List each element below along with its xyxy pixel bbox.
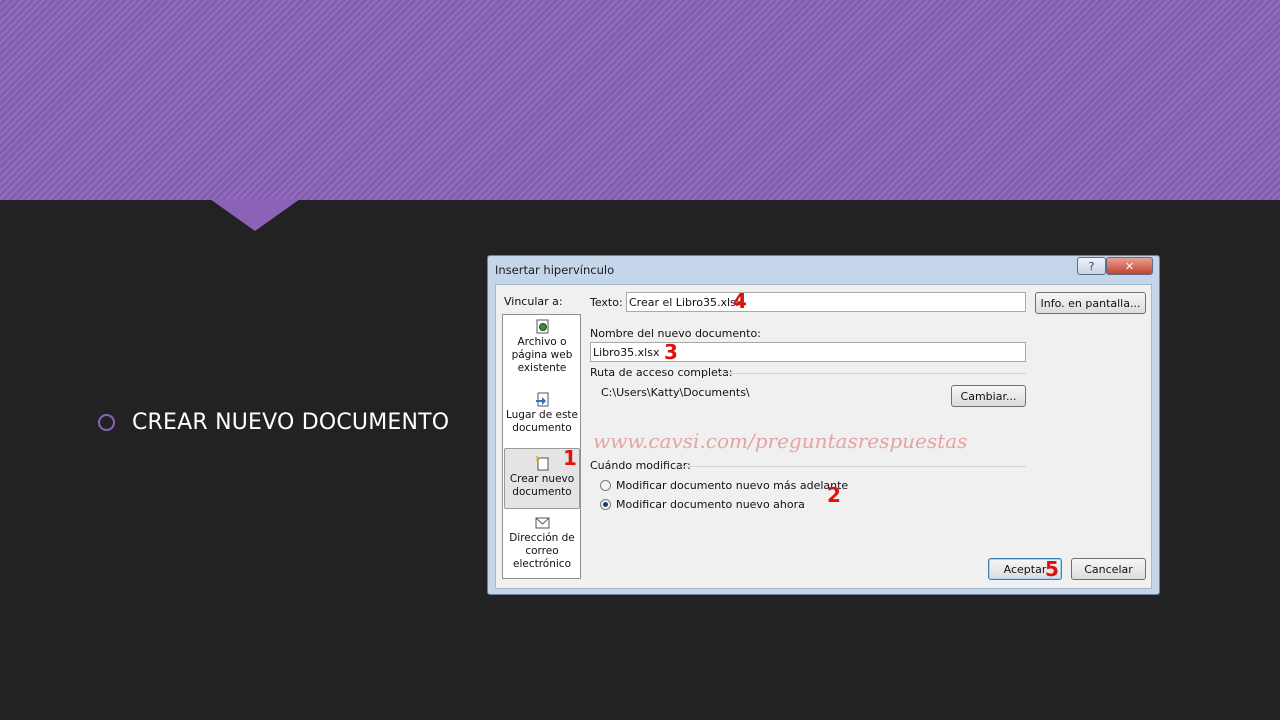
new-document-icon: [535, 456, 548, 471]
help-button[interactable]: ?: [1077, 257, 1106, 275]
close-button[interactable]: ✕: [1106, 257, 1153, 275]
radio-label: Modificar documento nuevo ahora: [616, 498, 805, 511]
web-page-icon: [536, 319, 548, 334]
dialog-title: Insertar hipervínculo: [495, 263, 615, 277]
step-marker-2: 2: [827, 483, 841, 507]
edit-later-option[interactable]: Modificar documento nuevo más adelante: [600, 479, 848, 492]
cancel-button[interactable]: Cancelar: [1071, 558, 1146, 580]
bullet-text: CREAR NUEVO DOCUMENTO: [132, 410, 450, 435]
step-marker-1: 1: [563, 446, 577, 470]
text-label: Texto:: [590, 296, 623, 309]
full-path-value: C:\Users\Katty\Documents\: [601, 386, 750, 399]
separator: [718, 373, 1026, 374]
slide-bullet: CREAR NUEVO DOCUMENTO: [98, 410, 449, 435]
link-to-label: Vincular a:: [504, 295, 563, 308]
link-item-label: Dirección de correo electrónico: [509, 532, 575, 570]
header-band: [0, 0, 1280, 200]
new-document-name-input[interactable]: Libro35.xlsx: [590, 342, 1026, 362]
step-marker-5: 5: [1045, 557, 1059, 581]
change-button[interactable]: Cambiar...: [951, 385, 1026, 407]
link-item-place-in-document[interactable]: Lugar de este documento: [504, 392, 580, 437]
bullet-circle-icon: [98, 414, 115, 431]
screentip-button[interactable]: Info. en pantalla...: [1035, 292, 1146, 314]
link-item-existing-file[interactable]: Archivo o página web existente: [504, 319, 580, 381]
link-item-label: Lugar de este documento: [505, 409, 579, 434]
radio-label: Modificar documento nuevo más adelante: [616, 479, 849, 492]
place-in-document-icon: [535, 392, 548, 407]
new-document-name-label: Nombre del nuevo documento:: [590, 327, 761, 340]
step-marker-4: 4: [733, 289, 747, 313]
step-marker-3: 3: [664, 340, 678, 364]
link-item-label: Archivo o página web existente: [511, 336, 573, 374]
email-address-icon: [535, 517, 549, 529]
full-path-label: Ruta de acceso completa:: [590, 366, 733, 379]
edit-now-option[interactable]: Modificar documento nuevo ahora: [600, 498, 805, 511]
dialog-client-area: Vincular a: Archivo o página web existen…: [495, 284, 1152, 589]
radio-edit-later[interactable]: [600, 480, 611, 491]
header-notch: [210, 199, 300, 231]
link-item-email-address[interactable]: Dirección de correo electrónico: [504, 515, 580, 575]
link-item-label: Crear nuevo documento: [509, 473, 575, 498]
display-text-input[interactable]: Crear el Libro35.xlsx: [626, 292, 1026, 312]
radio-edit-now[interactable]: [600, 499, 611, 510]
watermark-text: www.cavsi.com/preguntasrespuestas: [593, 429, 968, 453]
separator: [681, 466, 1026, 467]
insert-hyperlink-dialog: Insertar hipervínculo ? ✕ Vincular a: Ar…: [487, 255, 1160, 595]
when-to-edit-label: Cuándo modificar:: [590, 459, 691, 472]
